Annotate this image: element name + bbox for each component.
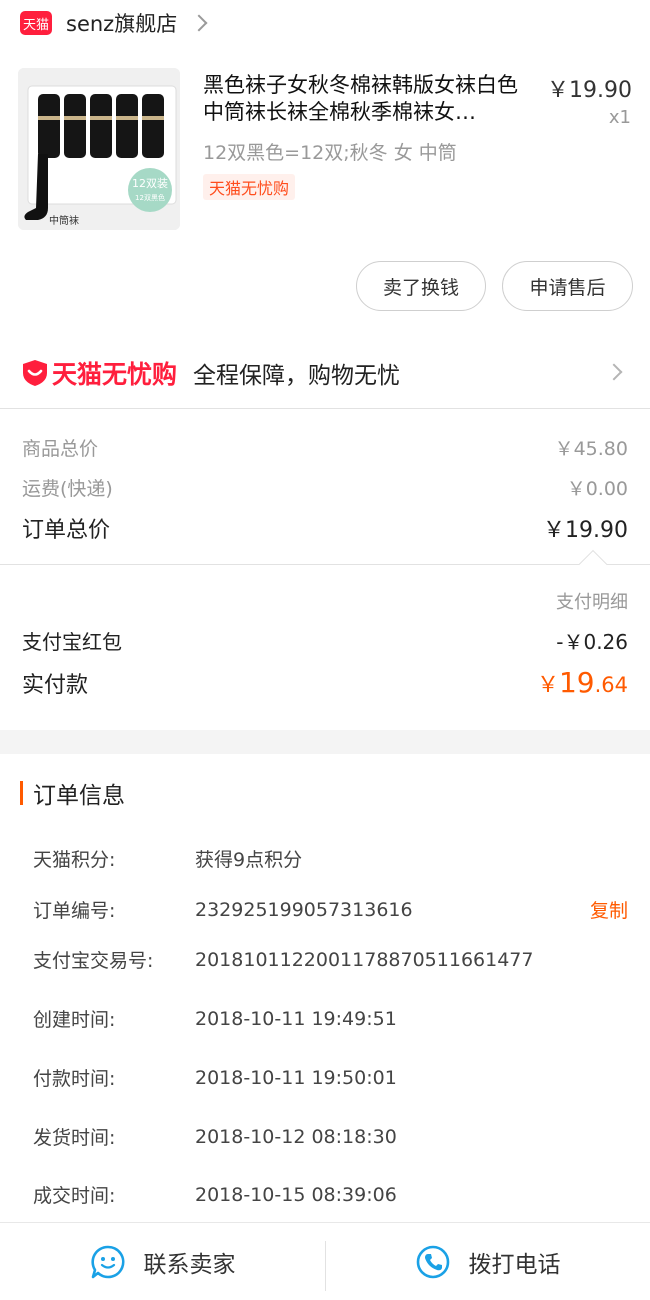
product-quantity: x1 (608, 107, 631, 128)
actual-paid-value: ￥19.64 (537, 666, 628, 699)
goods-total-value: ￥45.80 (554, 438, 628, 460)
info-key: 创建时间: (33, 1009, 116, 1031)
currency-symbol: ￥ (536, 673, 559, 698)
guarantee-brand-text: 天猫无忧购 (52, 360, 178, 389)
info-value: 20181011220011788705116614​77 (195, 948, 534, 971)
info-value: 2018-10-11 19:50:01 (195, 1066, 397, 1089)
section-accent-bar (20, 781, 23, 805)
info-row-paid: 付款时间: 2018-10-11 19:50:01 (33, 1064, 628, 1091)
product-sku: 12双黑色=12双;秋冬 女 中筒 (203, 142, 457, 164)
info-row-order-number: 订单编号: 232925199057313616 (33, 896, 628, 923)
order-total-label: 订单总价 (22, 518, 111, 543)
actual-paid-row: 实付款 ￥19.64 (22, 666, 628, 699)
goods-total-row: 商品总价 ￥45.80 (22, 434, 628, 461)
info-row-created: 创建时间: 2018-10-11 19:49:51 (33, 1005, 628, 1032)
info-key: 付款时间: (33, 1068, 116, 1090)
info-key: 订单编号: (33, 900, 116, 922)
info-row-points: 天猫积分: 获得9点积分 (33, 845, 628, 872)
contact-seller-label: 联系卖家 (143, 1252, 236, 1278)
shipping-value: ￥0.00 (566, 478, 628, 500)
after-sales-button[interactable]: 申请售后 (502, 261, 633, 311)
info-value: 2018-10-12 08:18:30 (195, 1125, 397, 1148)
contact-seller-button[interactable]: 联系卖家 (0, 1223, 325, 1300)
section-gap (0, 730, 650, 754)
guarantee-banner[interactable]: 天猫无忧购 全程保障，购物无忧 (0, 339, 650, 407)
pay-detail-label[interactable]: 支付明细 (556, 588, 628, 614)
thumb-caption: 中筒袜 (49, 214, 79, 227)
call-seller-button[interactable]: 拨打电话 (325, 1223, 650, 1300)
phone-icon (416, 1245, 449, 1279)
chevron-right-icon (190, 14, 208, 32)
bottom-divider (325, 1241, 326, 1291)
info-value: 获得9点积分 (195, 849, 303, 871)
actual-paid-integer: 19 (558, 666, 595, 699)
guarantee-text: 全程保障，购物无忧 (193, 363, 401, 389)
tmall-worryfree-tag: 天猫无忧购 (203, 174, 296, 200)
info-key: 成交时间: (33, 1185, 116, 1207)
product-title[interactable]: 黑色袜子女秋冬棉袜韩版女袜白色中筒袜长袜全棉秋季棉袜女… (203, 72, 533, 126)
info-value: 2018-10-11 19:49:51 (195, 1007, 397, 1030)
product-price: ￥19.90 (547, 78, 632, 103)
socks-image: 12双装 12双黑色 中筒袜 (18, 68, 180, 230)
info-key: 发货时间: (33, 1127, 116, 1149)
info-row-shipped: 发货时间: 2018-10-12 08:18:30 (33, 1123, 628, 1150)
info-value: 2018-10-15 08:39:06 (195, 1183, 397, 1206)
tmall-badge: 天猫 (20, 11, 52, 35)
shipping-row: 运费(快递) ￥0.00 (22, 474, 628, 501)
redpacket-label: 支付宝红包 (22, 630, 122, 654)
order-total-value: ￥19.90 (543, 518, 628, 543)
box-label: 12双装 (132, 177, 168, 190)
product-thumbnail[interactable]: 12双装 12双黑色 中筒袜 (18, 68, 180, 230)
shipping-label: 运费(快递) (22, 478, 113, 500)
actual-paid-decimal: .64 (594, 673, 628, 697)
order-info-title: 订单信息 (33, 783, 125, 809)
guarantee-brand: 天猫无忧购 (22, 355, 177, 391)
actual-paid-label: 实付款 (22, 672, 89, 698)
product-card[interactable]: 12双装 12双黑色 中筒袜 黑色袜子女秋冬棉袜韩版女袜白色中筒袜长袜全棉秋季棉… (0, 62, 650, 242)
redpacket-value: -￥0.26 (556, 630, 628, 654)
goods-total-label: 商品总价 (22, 438, 99, 460)
shield-icon (23, 360, 47, 386)
order-total-row: 订单总价 ￥19.90 (22, 512, 628, 544)
call-seller-label: 拨打电话 (468, 1252, 561, 1278)
box-sublabel: 12双黑色 (135, 193, 165, 202)
copy-order-number-button[interactable]: 复制 (590, 896, 628, 923)
shop-name[interactable]: senz旗舰店 (66, 8, 177, 38)
bottom-action-bar: 联系卖家 拨打电话 (0, 1222, 650, 1300)
pay-detail-caret-icon (578, 549, 608, 579)
chevron-right-icon (605, 363, 623, 381)
info-key: 支付宝交易号: (33, 950, 154, 972)
shop-header[interactable]: 天猫 senz旗舰店 (0, 0, 650, 46)
sell-for-cash-button[interactable]: 卖了换钱 (356, 261, 486, 311)
info-row-completed: 成交时间: 2018-10-15 08:39:06 (33, 1181, 628, 1208)
chat-bubble-icon (90, 1245, 124, 1279)
redpacket-row: 支付宝红包 -￥0.26 (22, 626, 628, 655)
divider (0, 408, 650, 409)
info-row-alipay-trade: 支付宝交易号: 20181011220011788705116614​77 (33, 946, 628, 973)
info-key: 天猫积分: (33, 849, 116, 871)
order-number-value: 232925199057313616 (195, 898, 413, 921)
order-info-header: 订单信息 (20, 778, 125, 809)
divider (0, 564, 650, 565)
